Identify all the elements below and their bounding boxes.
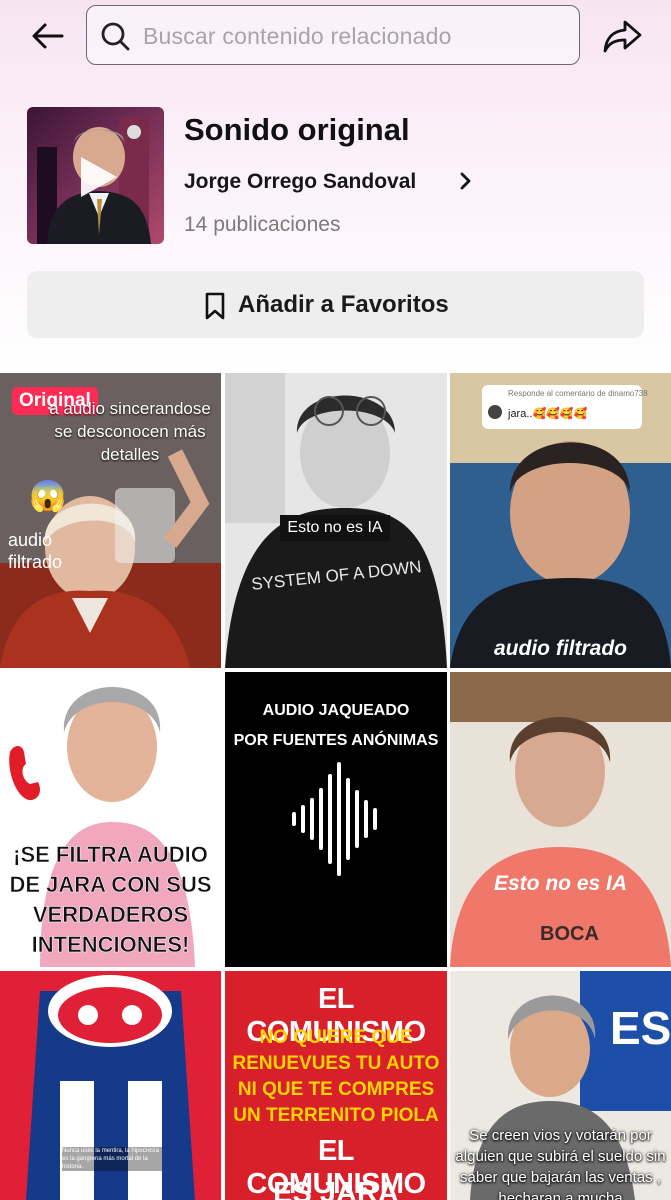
sign-text: ES xyxy=(610,1002,671,1054)
chevron-right-icon[interactable] xyxy=(456,170,476,192)
video-thumbnail[interactable]: EL COMUNISMO NO QUIERE QUE RENUEVUES TU … xyxy=(225,971,447,1200)
video-caption: ES JARA xyxy=(273,1177,399,1200)
comment-header: Responde al comentario de dinamo738 xyxy=(508,389,648,398)
comment-text: jara..🥰🥰🥰🥰 xyxy=(508,408,588,420)
top-bar: Buscar contenido relacionado xyxy=(0,0,671,72)
video-caption: RENUEVUES TU AUTO xyxy=(232,1053,440,1074)
video-caption: audio filtrado xyxy=(8,530,63,572)
video-caption: Se creen vios y votarán por alguien que … xyxy=(455,1127,666,1200)
sound-cover-thumbnail[interactable] xyxy=(27,107,164,244)
author-link[interactable]: Jorge Orrego Sandoval xyxy=(184,170,416,194)
search-placeholder: Buscar contenido relacionado xyxy=(143,23,452,49)
search-input[interactable]: Buscar contenido relacionado xyxy=(86,5,580,65)
video-thumbnail[interactable]: ES Se creen vios y votarán por alguien q… xyxy=(450,971,671,1200)
video-caption: NO QUIERE QUE xyxy=(259,1027,413,1048)
video-caption: Nunca uses la mentira, la hipocresía es … xyxy=(62,1147,162,1171)
avatar xyxy=(488,405,502,419)
share-icon[interactable] xyxy=(600,14,644,58)
video-caption: Esto no es IA xyxy=(493,872,628,895)
add-to-favorites-label: Añadir a Favoritos xyxy=(238,291,449,318)
sound-title: Sonido original xyxy=(184,112,410,147)
video-thumbnail[interactable]: AUDIO JAQUEADO POR FUENTES ANÓNIMAS xyxy=(225,672,447,967)
search-icon xyxy=(101,22,130,51)
bookmark-icon xyxy=(205,292,225,320)
video-thumbnail[interactable]: Original a audio sincerandose se descono… xyxy=(0,373,221,668)
video-grid: Original a audio sincerandose se descono… xyxy=(0,373,671,1200)
shocked-emoji: 😱 xyxy=(29,480,67,513)
video-thumbnail[interactable]: ¡SE FILTRA AUDIO DE JARA CON SUS VERDADE… xyxy=(0,672,221,967)
shirt-print: BOCA xyxy=(540,923,599,945)
video-caption: ¡SE FILTRA AUDIO DE JARA CON SUS VERDADE… xyxy=(9,842,212,958)
video-thumbnail[interactable]: SYSTEM OF A DOWN Esto no es IA xyxy=(225,373,447,668)
video-thumbnail[interactable]: BOCA Esto no es IA xyxy=(450,672,671,967)
video-caption: a audio sincerandose se desconocen más d… xyxy=(49,399,211,464)
video-caption: NI QUE TE COMPRES xyxy=(237,1079,435,1100)
thumbnail-image: BOCA xyxy=(450,672,671,967)
play-icon[interactable] xyxy=(27,107,164,244)
video-caption: Esto no es IA xyxy=(280,515,390,541)
comment-bubble: Responde al comentario de dinamo738 jara… xyxy=(482,385,648,429)
back-arrow-icon[interactable] xyxy=(28,16,68,56)
video-thumbnail[interactable]: Responde al comentario de dinamo738 jara… xyxy=(450,373,671,668)
waveform-icon xyxy=(292,762,377,876)
add-to-favorites-button[interactable]: Añadir a Favoritos xyxy=(27,271,644,338)
video-caption: audio filtrado xyxy=(494,637,627,660)
video-caption: UN TERRENITO PIOLA xyxy=(233,1105,439,1126)
post-count: 14 publicaciones xyxy=(184,213,341,236)
video-thumbnail[interactable]: Nunca uses la mentira, la hipocresía es … xyxy=(0,971,221,1200)
